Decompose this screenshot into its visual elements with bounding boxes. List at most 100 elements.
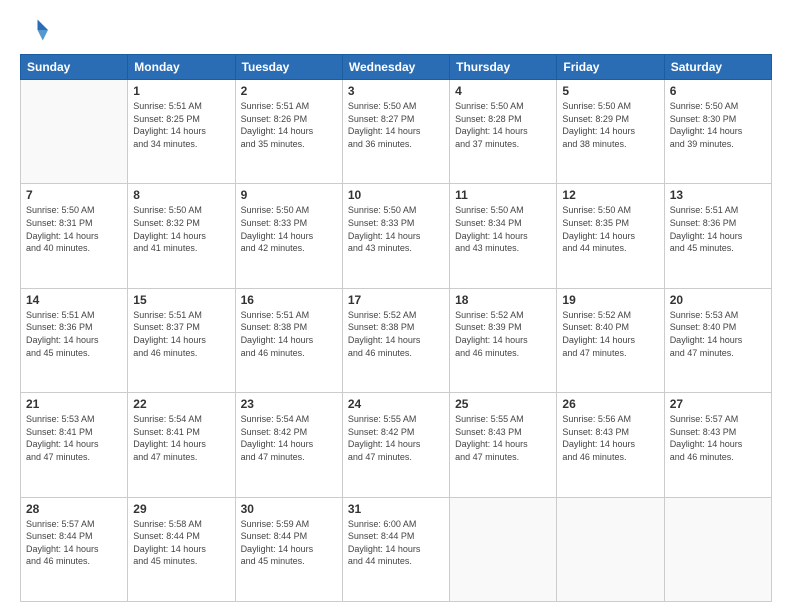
calendar-cell: 29 Sunrise: 5:58 AM Sunset: 8:44 PM Dayli… <box>128 497 235 601</box>
calendar-cell: 27 Sunrise: 5:57 AM Sunset: 8:43 PM Dayli… <box>664 393 771 497</box>
calendar-cell: 23Sunrise: 5:54 AM Sunset: 8:42 PM Dayli… <box>235 393 342 497</box>
calendar-week-4: 21 Sunrise: 5:53 AM Sunset: 8:41 PM Dayli… <box>21 393 772 497</box>
day-number: 24 <box>348 397 444 411</box>
day-number: 23 <box>241 397 337 411</box>
day-number: 18 <box>455 293 551 307</box>
calendar-cell: 26 Sunrise: 5:56 AM Sunset: 8:43 PM Dayli… <box>557 393 664 497</box>
day-number: 16 <box>241 293 337 307</box>
day-number: 1 <box>133 84 229 98</box>
cell-info: Sunrise: 5:51 AM Sunset: 8:37 PM Dayligh… <box>133 309 229 359</box>
calendar-cell: 13 Sunrise: 5:51 AM Sunset: 8:36 PM Dayli… <box>664 184 771 288</box>
day-number: 21 <box>26 397 122 411</box>
day-header-monday: Monday <box>128 55 235 80</box>
cell-info: Sunrise: 5:50 AM Sunset: 8:27 PM Dayligh… <box>348 100 444 150</box>
calendar-cell: 30Sunrise: 5:59 AM Sunset: 8:44 PM Dayli… <box>235 497 342 601</box>
day-number: 15 <box>133 293 229 307</box>
calendar-header-row: SundayMondayTuesdayWednesdayThursdayFrid… <box>21 55 772 80</box>
logo <box>20 16 52 44</box>
day-number: 8 <box>133 188 229 202</box>
calendar-cell: 22Sunrise: 5:54 AM Sunset: 8:41 PM Dayli… <box>128 393 235 497</box>
cell-info: Sunrise: 5:57 AM Sunset: 8:43 PM Dayligh… <box>670 413 766 463</box>
calendar-cell: 1 Sunrise: 5:51 AM Sunset: 8:25 PM Daylig… <box>128 80 235 184</box>
header <box>20 16 772 44</box>
calendar-cell: 8 Sunrise: 5:50 AM Sunset: 8:32 PM Daylig… <box>128 184 235 288</box>
calendar-cell: 17 Sunrise: 5:52 AM Sunset: 8:38 PM Dayli… <box>342 288 449 392</box>
cell-info: Sunrise: 5:56 AM Sunset: 8:43 PM Dayligh… <box>562 413 658 463</box>
calendar-cell: 16 Sunrise: 5:51 AM Sunset: 8:38 PM Dayli… <box>235 288 342 392</box>
calendar-cell: 5 Sunrise: 5:50 AM Sunset: 8:29 PM Daylig… <box>557 80 664 184</box>
day-number: 2 <box>241 84 337 98</box>
calendar-cell <box>21 80 128 184</box>
calendar-cell <box>664 497 771 601</box>
day-number: 27 <box>670 397 766 411</box>
calendar-cell: 15 Sunrise: 5:51 AM Sunset: 8:37 PM Dayli… <box>128 288 235 392</box>
cell-info: Sunrise: 5:55 AM Sunset: 8:42 PM Dayligh… <box>348 413 444 463</box>
day-number: 14 <box>26 293 122 307</box>
day-number: 19 <box>562 293 658 307</box>
calendar-cell: 24 Sunrise: 5:55 AM Sunset: 8:42 PM Dayli… <box>342 393 449 497</box>
day-number: 12 <box>562 188 658 202</box>
day-number: 5 <box>562 84 658 98</box>
day-number: 13 <box>670 188 766 202</box>
day-number: 22 <box>133 397 229 411</box>
day-number: 17 <box>348 293 444 307</box>
cell-info: Sunrise: 5:53 AM Sunset: 8:41 PM Dayligh… <box>26 413 122 463</box>
day-number: 25 <box>455 397 551 411</box>
calendar-cell: 12 Sunrise: 5:50 AM Sunset: 8:35 PM Dayli… <box>557 184 664 288</box>
cell-info: Sunrise: 5:58 AM Sunset: 8:44 PM Dayligh… <box>133 518 229 568</box>
cell-info: Sunrise: 5:50 AM Sunset: 8:34 PM Dayligh… <box>455 204 551 254</box>
cell-info: Sunrise: 5:52 AM Sunset: 8:38 PM Dayligh… <box>348 309 444 359</box>
calendar-cell: 19 Sunrise: 5:52 AM Sunset: 8:40 PM Dayli… <box>557 288 664 392</box>
day-number: 9 <box>241 188 337 202</box>
calendar-cell: 7Sunrise: 5:50 AM Sunset: 8:31 PM Daylig… <box>21 184 128 288</box>
cell-info: Sunrise: 5:51 AM Sunset: 8:25 PM Dayligh… <box>133 100 229 150</box>
calendar-cell: 10 Sunrise: 5:50 AM Sunset: 8:33 PM Dayli… <box>342 184 449 288</box>
logo-icon <box>20 16 48 44</box>
cell-info: Sunrise: 5:50 AM Sunset: 8:33 PM Dayligh… <box>348 204 444 254</box>
calendar-week-2: 7Sunrise: 5:50 AM Sunset: 8:31 PM Daylig… <box>21 184 772 288</box>
cell-info: Sunrise: 6:00 AM Sunset: 8:44 PM Dayligh… <box>348 518 444 568</box>
day-number: 3 <box>348 84 444 98</box>
calendar-cell: 9 Sunrise: 5:50 AM Sunset: 8:33 PM Daylig… <box>235 184 342 288</box>
cell-info: Sunrise: 5:55 AM Sunset: 8:43 PM Dayligh… <box>455 413 551 463</box>
cell-info: Sunrise: 5:53 AM Sunset: 8:40 PM Dayligh… <box>670 309 766 359</box>
day-header-thursday: Thursday <box>450 55 557 80</box>
cell-info: Sunrise: 5:51 AM Sunset: 8:36 PM Dayligh… <box>26 309 122 359</box>
day-number: 26 <box>562 397 658 411</box>
day-number: 31 <box>348 502 444 516</box>
cell-info: Sunrise: 5:51 AM Sunset: 8:38 PM Dayligh… <box>241 309 337 359</box>
calendar-cell: 18 Sunrise: 5:52 AM Sunset: 8:39 PM Dayli… <box>450 288 557 392</box>
cell-info: Sunrise: 5:50 AM Sunset: 8:33 PM Dayligh… <box>241 204 337 254</box>
day-number: 6 <box>670 84 766 98</box>
cell-info: Sunrise: 5:52 AM Sunset: 8:40 PM Dayligh… <box>562 309 658 359</box>
cell-info: Sunrise: 5:50 AM Sunset: 8:35 PM Dayligh… <box>562 204 658 254</box>
calendar-cell: 14 Sunrise: 5:51 AM Sunset: 8:36 PM Dayli… <box>21 288 128 392</box>
day-header-friday: Friday <box>557 55 664 80</box>
cell-info: Sunrise: 5:51 AM Sunset: 8:36 PM Dayligh… <box>670 204 766 254</box>
day-number: 29 <box>133 502 229 516</box>
calendar-cell: 25 Sunrise: 5:55 AM Sunset: 8:43 PM Dayli… <box>450 393 557 497</box>
day-number: 28 <box>26 502 122 516</box>
calendar-cell: 3 Sunrise: 5:50 AM Sunset: 8:27 PM Daylig… <box>342 80 449 184</box>
day-header-wednesday: Wednesday <box>342 55 449 80</box>
cell-info: Sunrise: 5:50 AM Sunset: 8:28 PM Dayligh… <box>455 100 551 150</box>
cell-info: Sunrise: 5:59 AM Sunset: 8:44 PM Dayligh… <box>241 518 337 568</box>
calendar-table: SundayMondayTuesdayWednesdayThursdayFrid… <box>20 54 772 602</box>
calendar-week-3: 14 Sunrise: 5:51 AM Sunset: 8:36 PM Dayli… <box>21 288 772 392</box>
day-number: 10 <box>348 188 444 202</box>
day-header-sunday: Sunday <box>21 55 128 80</box>
day-number: 7 <box>26 188 122 202</box>
page: SundayMondayTuesdayWednesdayThursdayFrid… <box>0 0 792 612</box>
calendar-cell: 20Sunrise: 5:53 AM Sunset: 8:40 PM Dayli… <box>664 288 771 392</box>
day-header-tuesday: Tuesday <box>235 55 342 80</box>
cell-info: Sunrise: 5:50 AM Sunset: 8:29 PM Dayligh… <box>562 100 658 150</box>
cell-info: Sunrise: 5:50 AM Sunset: 8:30 PM Dayligh… <box>670 100 766 150</box>
calendar-cell: 28 Sunrise: 5:57 AM Sunset: 8:44 PM Dayli… <box>21 497 128 601</box>
calendar-week-1: 1 Sunrise: 5:51 AM Sunset: 8:25 PM Daylig… <box>21 80 772 184</box>
cell-info: Sunrise: 5:57 AM Sunset: 8:44 PM Dayligh… <box>26 518 122 568</box>
calendar-cell: 6 Sunrise: 5:50 AM Sunset: 8:30 PM Daylig… <box>664 80 771 184</box>
cell-info: Sunrise: 5:52 AM Sunset: 8:39 PM Dayligh… <box>455 309 551 359</box>
calendar-cell: 21 Sunrise: 5:53 AM Sunset: 8:41 PM Dayli… <box>21 393 128 497</box>
cell-info: Sunrise: 5:50 AM Sunset: 8:32 PM Dayligh… <box>133 204 229 254</box>
cell-info: Sunrise: 5:51 AM Sunset: 8:26 PM Dayligh… <box>241 100 337 150</box>
